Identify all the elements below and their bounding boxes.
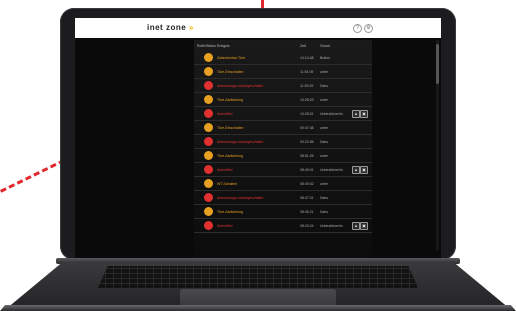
event-cell: Alarmfilter [217, 167, 233, 172]
acknowledge-button[interactable]: ▲ [352, 222, 360, 230]
reason-cell: Sabu [320, 83, 329, 88]
help-icon[interactable]: ? [353, 24, 362, 33]
time-cell: 10:28:01 [300, 111, 314, 116]
time-cell: 08:47:31 [300, 195, 314, 200]
app-logo[interactable]: inet zone » [147, 23, 194, 32]
laptop-base-edge [0, 305, 516, 311]
reason-cell: Sabu [320, 139, 329, 144]
time-cell: 09:47:38 [300, 125, 314, 130]
acknowledge-button[interactable]: ▲ [352, 110, 360, 118]
table-row[interactable]: car-icon Alarmfilter 08:49:01 Unterstützer/… [194, 164, 372, 177]
event-log-panel: Rolle/Status Ereignis Zeit Grund lock-ic… [194, 40, 372, 258]
acknowledge-button[interactable]: ▲ [352, 166, 360, 174]
time-cell: 08:49:02 [300, 181, 314, 186]
col-status: Rolle/Status [197, 44, 216, 48]
col-event: Ereignis [217, 44, 230, 48]
lock-icon: lock-icon [204, 179, 213, 188]
top-bar: inet zone » ? ⚙ [75, 18, 441, 38]
event-cell: Alarmanlage-scharfgeschaltet [217, 195, 264, 200]
col-reason: Grund [320, 44, 330, 48]
scrollbar-thumb[interactable] [436, 44, 439, 84]
car-icon: car-icon [204, 109, 213, 118]
logo-accent: » [188, 23, 194, 32]
table-row[interactable]: lock-icon Türe-Abdichtung 10:28:03 unter [194, 94, 372, 107]
reason-cell: unter [320, 181, 328, 186]
lock-icon: lock-icon [204, 123, 213, 132]
details-button[interactable]: ▣ [360, 222, 368, 230]
time-cell: 08:51:26 [300, 153, 314, 158]
event-cell: Türe-Abdichtung [217, 97, 243, 102]
table-row[interactable]: alarm-icon Alarmanlage-scharfgeschaltet 11… [194, 80, 372, 93]
reason-cell: Unterstützer/in [320, 111, 343, 116]
lock-icon: lock-icon [204, 67, 213, 76]
settings-icon[interactable]: ⚙ [364, 24, 373, 33]
time-cell: 10:28:03 [300, 97, 314, 102]
time-cell: 11:29:29 [300, 83, 314, 88]
event-cell: WT-Schalten [217, 181, 238, 186]
lock-icon: lock-icon [204, 95, 213, 104]
time-cell: 08:49:01 [300, 167, 314, 172]
details-button[interactable]: ▣ [360, 110, 368, 118]
event-cell: Alarmanlage-scharfgeschaltet [217, 83, 264, 88]
logo-text: inet zone [147, 23, 187, 32]
table-row[interactable]: lock-icon Türe-Einschalten 09:47:38 unter [194, 122, 372, 135]
reason-cell: unter [320, 97, 328, 102]
table-row[interactable]: lock-icon WT-Schalten 08:49:02 unter [194, 178, 372, 191]
time-cell: 14:14:48 [300, 55, 314, 60]
reason-cell: Button [320, 55, 331, 60]
app-screen: inet zone » ? ⚙ Rolle/Status Ereignis Ze… [75, 18, 441, 258]
table-row[interactable]: lock-icon Türe-Einschalten 11:51:09 unter [194, 66, 372, 79]
time-cell: 08:43:24 [300, 223, 314, 228]
time-cell: 09:22:56 [300, 139, 314, 144]
table-header: Rolle/Status Ereignis Zeit Grund [194, 42, 372, 50]
event-cell: Türe-Einschalten [217, 125, 244, 130]
reason-cell: Unterstützer/in [320, 223, 343, 228]
alarm-icon: alarm-icon [204, 137, 213, 146]
car-icon: car-icon [204, 165, 213, 174]
table-row[interactable]: lock-icon Türe-Abdichtung 08:45:21 Sabu [194, 206, 372, 219]
table-row[interactable]: car-icon Alarmfilter 10:28:01 Unterstützer/… [194, 108, 372, 121]
time-cell: 11:51:09 [300, 69, 314, 74]
reason-cell: unter [320, 69, 328, 74]
reason-cell: Sabu [320, 195, 329, 200]
event-cell: Türe-Abdichtung [217, 209, 243, 214]
alarm-icon: alarm-icon [204, 81, 213, 90]
reason-cell: unter [320, 153, 328, 158]
time-cell: 08:45:21 [300, 209, 314, 214]
alarm-icon: alarm-icon [204, 193, 213, 202]
event-cell: Alarmanlage-scharfgeschaltet [217, 139, 264, 144]
event-cell: Alarmfilter [217, 223, 233, 228]
reason-cell: Unterstützer/in [320, 167, 343, 172]
lock-icon: lock-icon [204, 151, 213, 160]
scrollbar[interactable] [436, 40, 439, 250]
col-time: Zeit [300, 44, 306, 48]
table-row[interactable]: car-icon Alarmfilter 08:43:24 Unterstützer/… [194, 220, 372, 233]
reason-cell: unter [320, 125, 328, 130]
table-row[interactable]: alarm-icon Alarmanlage-scharfgeschaltet 09… [194, 136, 372, 149]
keyboard [98, 266, 418, 288]
table-row[interactable]: lock-icon Zwischenbar-Türe 14:14:48 Button [194, 52, 372, 65]
reason-cell: Sabu [320, 209, 329, 214]
event-cell: Türe-Einschalten [217, 69, 244, 74]
lock-icon: lock-icon [204, 207, 213, 216]
table-row[interactable]: lock-icon Türe-Abdichtung 08:51:26 unter [194, 150, 372, 163]
table-row[interactable]: alarm-icon Alarmanlage-scharfgeschaltet 08… [194, 192, 372, 205]
details-button[interactable]: ▣ [360, 166, 368, 174]
car-icon: car-icon [204, 221, 213, 230]
event-cell: Türe-Abdichtung [217, 153, 243, 158]
event-cell: Zwischenbar-Türe [217, 55, 246, 60]
event-cell: Alarmfilter [217, 111, 233, 116]
lock-icon: lock-icon [204, 53, 213, 62]
